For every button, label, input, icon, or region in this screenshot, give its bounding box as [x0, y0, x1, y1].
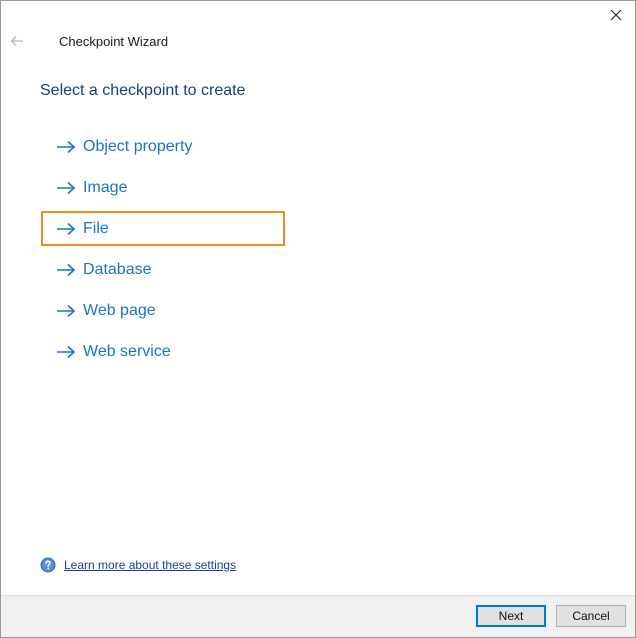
option-label: Image [83, 178, 128, 196]
learn-more-link[interactable]: Learn more about these settings [64, 558, 236, 572]
option-label: Web service [83, 342, 171, 360]
arrow-right-icon [57, 345, 76, 358]
help-icon [40, 557, 56, 573]
window-title: Checkpoint Wizard [59, 34, 169, 49]
option-label: File [83, 219, 109, 237]
page-heading: Select a checkpoint to create [40, 82, 246, 99]
checkpoint-wizard-window: Checkpoint Wizard Select a checkpoint to… [0, 0, 636, 638]
option-image[interactable]: Image [41, 170, 285, 205]
footer-bar: Next Cancel [1, 595, 635, 637]
back-button[interactable] [7, 31, 27, 51]
option-label: Object property [83, 137, 193, 155]
arrow-right-icon [57, 263, 76, 276]
option-file[interactable]: File [41, 211, 285, 246]
checkpoint-options-list: Object property Image File Database Web … [41, 129, 285, 375]
back-arrow-icon [10, 36, 23, 46]
option-object-property[interactable]: Object property [41, 129, 285, 164]
next-button[interactable]: Next [476, 605, 546, 627]
arrow-right-icon [57, 140, 76, 153]
close-button[interactable] [603, 4, 629, 26]
arrow-right-icon [57, 304, 76, 317]
option-web-page[interactable]: Web page [41, 293, 285, 328]
help-section: Learn more about these settings [40, 557, 236, 573]
close-icon [610, 9, 622, 21]
option-web-service[interactable]: Web service [41, 334, 285, 369]
arrow-right-icon [57, 222, 76, 235]
option-database[interactable]: Database [41, 252, 285, 287]
cancel-button[interactable]: Cancel [556, 605, 626, 627]
option-label: Web page [83, 301, 156, 319]
option-label: Database [83, 260, 152, 278]
arrow-right-icon [57, 181, 76, 194]
